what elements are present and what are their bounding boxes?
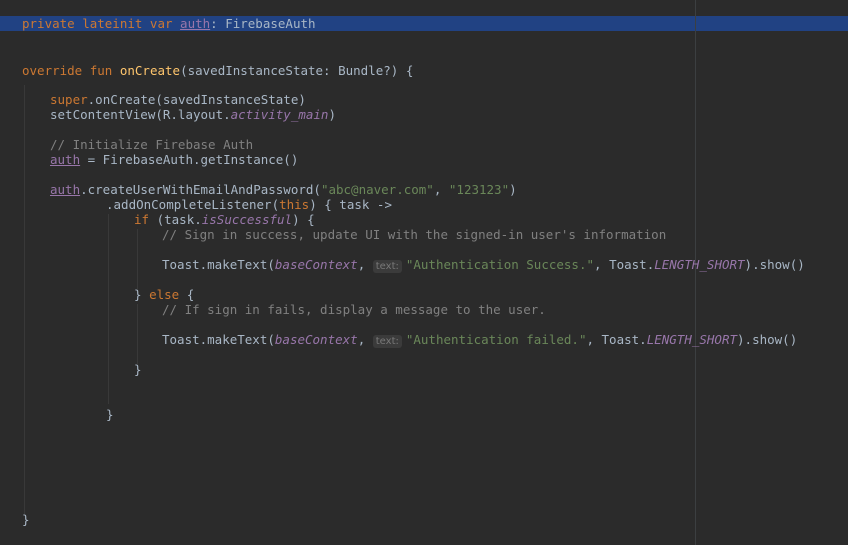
code-text: .onCreate(savedInstanceState) xyxy=(87,92,306,107)
property-reference[interactable]: baseContext xyxy=(275,332,358,347)
code-text: ) xyxy=(509,182,517,197)
code-text: ) xyxy=(328,107,336,122)
code-text: , xyxy=(357,332,373,347)
code-line-comment-init[interactable]: // Initialize Firebase Auth xyxy=(50,137,253,152)
parameter-hint: text: xyxy=(372,335,402,348)
code-line-comment-success[interactable]: // Sign in success, update UI with the s… xyxy=(162,227,666,242)
code-text: Toast.makeText( xyxy=(162,257,275,272)
code-line-close-listener[interactable]: } xyxy=(106,407,114,422)
code-text: { xyxy=(179,287,195,302)
code-text: , Toast. xyxy=(594,257,655,272)
code-line-add-listener[interactable]: .addOnCompleteListener(this) { task -> xyxy=(106,197,392,212)
code-text: (savedInstanceState: Bundle?) { xyxy=(180,63,414,78)
code-text: } xyxy=(134,362,142,377)
code-line-close-else[interactable]: } xyxy=(134,362,142,377)
code-text: (task. xyxy=(149,212,202,227)
string-literal: "Authentication failed." xyxy=(405,332,587,347)
indent-guide xyxy=(108,214,109,404)
code-text: , xyxy=(433,182,449,197)
indent-guide xyxy=(24,85,25,515)
code-line-comment-fail[interactable]: // If sign in fails, display a message t… xyxy=(162,302,546,317)
keyword: if xyxy=(134,212,150,227)
code-text: } xyxy=(134,287,150,302)
variable-auth[interactable]: auth xyxy=(50,182,80,197)
indent-guide xyxy=(137,304,138,364)
constant-reference[interactable]: LENGTH_SHORT xyxy=(647,332,737,347)
code-comment: // If sign in fails, display a message t… xyxy=(162,302,546,317)
code-line-close-oncreate[interactable]: } xyxy=(22,512,30,527)
code-line-create-user[interactable]: auth.createUserWithEmailAndPassword("abc… xyxy=(50,182,517,197)
code-line-auth-getinstance[interactable]: auth = FirebaseAuth.getInstance() xyxy=(50,152,298,167)
string-literal: "abc@naver.com" xyxy=(320,182,434,197)
code-text: .createUserWithEmailAndPassword( xyxy=(80,182,321,197)
code-line-oncreate[interactable]: override fun onCreate(savedInstanceState… xyxy=(22,63,413,78)
code-text: ) { task -> xyxy=(309,197,392,212)
keyword: super xyxy=(50,92,88,107)
code-line-else[interactable]: } else { xyxy=(134,287,194,302)
parameter-hint: text: xyxy=(372,260,402,273)
code-line-super-oncreate[interactable]: super.onCreate(savedInstanceState) xyxy=(50,92,306,107)
property-reference[interactable]: baseContext xyxy=(275,257,358,272)
function-name[interactable]: onCreate xyxy=(120,63,180,78)
code-line-toast-success[interactable]: Toast.makeText(baseContext, text: "Authen… xyxy=(162,257,805,273)
layout-reference[interactable]: activity_main xyxy=(231,107,329,122)
constant-reference[interactable]: LENGTH_SHORT xyxy=(654,257,744,272)
right-margin-guide xyxy=(695,0,696,545)
code-line-if-successful[interactable]: if (task.isSuccessful) { xyxy=(134,212,315,227)
code-text: setContentView(R.layout. xyxy=(50,107,231,122)
code-line-setcontentview[interactable]: setContentView(R.layout.activity_main) xyxy=(50,107,336,122)
code-line-auth-declaration[interactable]: private lateinit var auth: FirebaseAuth xyxy=(22,16,316,31)
code-text: : FirebaseAuth xyxy=(210,16,316,31)
property-reference[interactable]: isSuccessful xyxy=(202,212,292,227)
indent-guide xyxy=(137,229,138,289)
code-text: ).show() xyxy=(737,332,798,347)
keyword: private lateinit var xyxy=(22,16,181,31)
code-text: .addOnCompleteListener( xyxy=(106,197,280,212)
string-literal: "Authentication Success." xyxy=(405,257,595,272)
string-literal: "123123" xyxy=(448,182,510,197)
code-text: } xyxy=(106,407,114,422)
code-text: Toast.makeText( xyxy=(162,332,275,347)
code-comment: // Sign in success, update UI with the s… xyxy=(162,227,667,242)
keyword: this xyxy=(279,197,310,212)
code-text: ).show() xyxy=(744,257,805,272)
code-editor[interactable]: private lateinit var auth: FirebaseAuth … xyxy=(0,0,848,545)
code-comment: // Initialize Firebase Auth xyxy=(50,137,254,152)
variable-auth[interactable]: auth xyxy=(180,16,210,31)
code-text: } xyxy=(22,512,30,527)
code-text: , xyxy=(357,257,373,272)
code-text: = FirebaseAuth.getInstance() xyxy=(80,152,299,167)
keyword: else xyxy=(149,287,180,302)
variable-auth[interactable]: auth xyxy=(50,152,80,167)
keyword: override fun xyxy=(22,63,120,78)
code-text: , Toast. xyxy=(586,332,647,347)
code-text: ) { xyxy=(292,212,315,227)
code-line-toast-failed[interactable]: Toast.makeText(baseContext, text: "Authen… xyxy=(162,332,798,348)
